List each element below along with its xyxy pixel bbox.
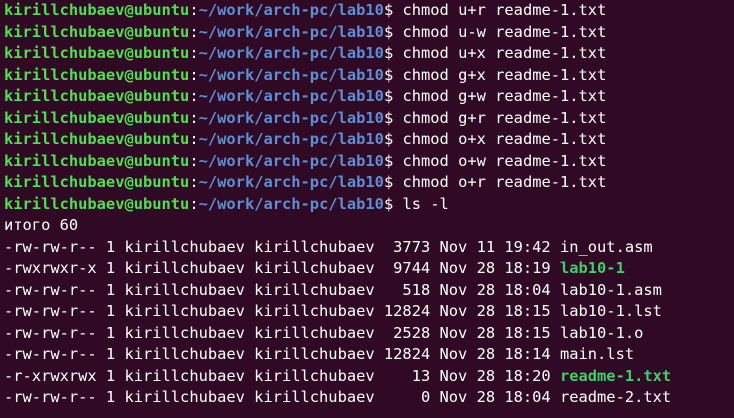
prompt-colon: : [189,1,199,19]
executable-file-name: lab10-1 [559,259,625,277]
file-meta: -rw-rw-r-- 1 kirillchubaev kirillchubaev… [4,237,560,256]
ls-row: -rw-rw-r-- 1 kirillchubaev kirillchubaev… [4,301,662,323]
prompt-line: kirillchubaev@ubuntu:~/work/arch-pc/lab1… [4,22,606,44]
file-name: in_out.asm [559,237,653,256]
ls-row: -rw-rw-r-- 1 kirillchubaev kirillchubaev… [4,387,671,409]
ls-row: -rw-rw-r-- 1 kirillchubaev kirillchubaev… [4,323,643,345]
file-meta: -rw-rw-r-- 1 kirillchubaev kirillchubaev… [4,280,560,299]
working-directory: ~/work/arch-pc/lab10 [198,194,384,213]
command-text: chmod u+r readme-1.txt [402,1,607,19]
ls-row: -r-xrwxrwx 1 kirillchubaev kirillchubaev… [4,366,671,388]
prompt-symbol: $ [383,194,403,213]
user-host: kirillchubaev@ubuntu [4,22,190,41]
command-text: chmod o+w readme-1.txt [402,151,607,170]
prompt-symbol: $ [383,1,403,19]
prompt-line: kirillchubaev@ubuntu:~/work/arch-pc/lab1… [4,86,606,108]
prompt-line: kirillchubaev@ubuntu:~/work/arch-pc/lab1… [4,172,606,194]
ls-row: -rw-rw-r-- 1 kirillchubaev kirillchubaev… [4,237,653,259]
file-name: lab10-1.asm [559,280,662,299]
terminal-window[interactable]: kirillchubaev@ubuntu:~/work/arch-pc/lab1… [0,0,734,418]
command-text: chmod o+x readme-1.txt [402,130,607,148]
file-meta: -r-xrwxrwx 1 kirillchubaev kirillchubaev… [4,366,560,385]
user-host: kirillchubaev@ubuntu [4,1,190,19]
working-directory: ~/work/arch-pc/lab10 [198,87,384,105]
prompt-symbol: $ [383,87,403,105]
ls-total-line: итого 60 [4,216,79,234]
prompt-colon: : [189,87,199,105]
file-name: readme-2.txt [559,388,672,406]
file-name: lab10-1.o [559,323,644,342]
ls-row: -rwxrwxr-x 1 kirillchubaev kirillchubaev… [4,258,625,280]
working-directory: ~/work/arch-pc/lab10 [198,173,384,191]
command-text: chmod o+r readme-1.txt [402,173,607,191]
prompt-colon: : [189,108,199,127]
prompt-symbol: $ [383,130,403,148]
file-meta: -rw-rw-r-- 1 kirillchubaev kirillchubaev… [4,323,560,342]
command-text: chmod g+r readme-1.txt [402,108,607,127]
ls-row: -rw-rw-r-- 1 kirillchubaev kirillchubaev… [4,280,662,302]
user-host: kirillchubaev@ubuntu [4,130,190,148]
prompt-line: kirillchubaev@ubuntu:~/work/arch-pc/lab1… [4,0,606,22]
file-meta: -rw-rw-r-- 1 kirillchubaev kirillchubaev… [4,388,560,406]
prompt-symbol: $ [383,108,403,127]
prompt-line: kirillchubaev@ubuntu:~/work/arch-pc/lab1… [4,108,606,130]
executable-file-name: readme-1.txt [559,366,672,385]
prompt-symbol: $ [383,65,403,84]
ls-row: -rw-rw-r-- 1 kirillchubaev kirillchubaev… [4,344,634,366]
prompt-colon: : [189,194,199,213]
file-name: lab10-1.lst [559,302,662,320]
prompt-colon: : [189,151,199,170]
working-directory: ~/work/arch-pc/lab10 [198,108,384,127]
working-directory: ~/work/arch-pc/lab10 [198,151,384,170]
file-meta: -rw-rw-r-- 1 kirillchubaev kirillchubaev… [4,345,560,363]
user-host: kirillchubaev@ubuntu [4,173,190,191]
user-host: kirillchubaev@ubuntu [4,87,190,105]
prompt-colon: : [189,130,199,148]
command-text: chmod g+x readme-1.txt [402,65,607,84]
working-directory: ~/work/arch-pc/lab10 [198,130,384,148]
prompt-line: kirillchubaev@ubuntu:~/work/arch-pc/lab1… [4,65,606,87]
prompt-symbol: $ [383,173,403,191]
command-text: chmod u+x readme-1.txt [402,44,607,62]
working-directory: ~/work/arch-pc/lab10 [198,1,384,19]
command-text: ls -l [402,194,449,213]
prompt-line: kirillchubaev@ubuntu:~/work/arch-pc/lab1… [4,151,606,173]
user-host: kirillchubaev@ubuntu [4,44,190,62]
file-meta: -rw-rw-r-- 1 kirillchubaev kirillchubaev… [4,302,560,320]
prompt-symbol: $ [383,44,403,62]
working-directory: ~/work/arch-pc/lab10 [198,65,384,84]
prompt-line: kirillchubaev@ubuntu:~/work/arch-pc/lab1… [4,194,449,216]
user-host: kirillchubaev@ubuntu [4,194,190,213]
prompt-symbol: $ [383,151,403,170]
user-host: kirillchubaev@ubuntu [4,108,190,127]
user-host: kirillchubaev@ubuntu [4,151,190,170]
working-directory: ~/work/arch-pc/lab10 [198,22,384,41]
prompt-symbol: $ [383,22,403,41]
file-meta: -rwxrwxr-x 1 kirillchubaev kirillchubaev… [4,259,560,277]
prompt-colon: : [189,22,199,41]
working-directory: ~/work/arch-pc/lab10 [198,44,384,62]
prompt-colon: : [189,44,199,62]
command-text: chmod g+w readme-1.txt [402,87,607,105]
user-host: kirillchubaev@ubuntu [4,65,190,84]
prompt-colon: : [189,173,199,191]
file-name: main.lst [559,345,635,363]
prompt-line: kirillchubaev@ubuntu:~/work/arch-pc/lab1… [4,129,606,151]
command-text: chmod u-w readme-1.txt [402,22,607,41]
prompt-line: kirillchubaev@ubuntu:~/work/arch-pc/lab1… [4,43,606,65]
prompt-colon: : [189,65,199,84]
